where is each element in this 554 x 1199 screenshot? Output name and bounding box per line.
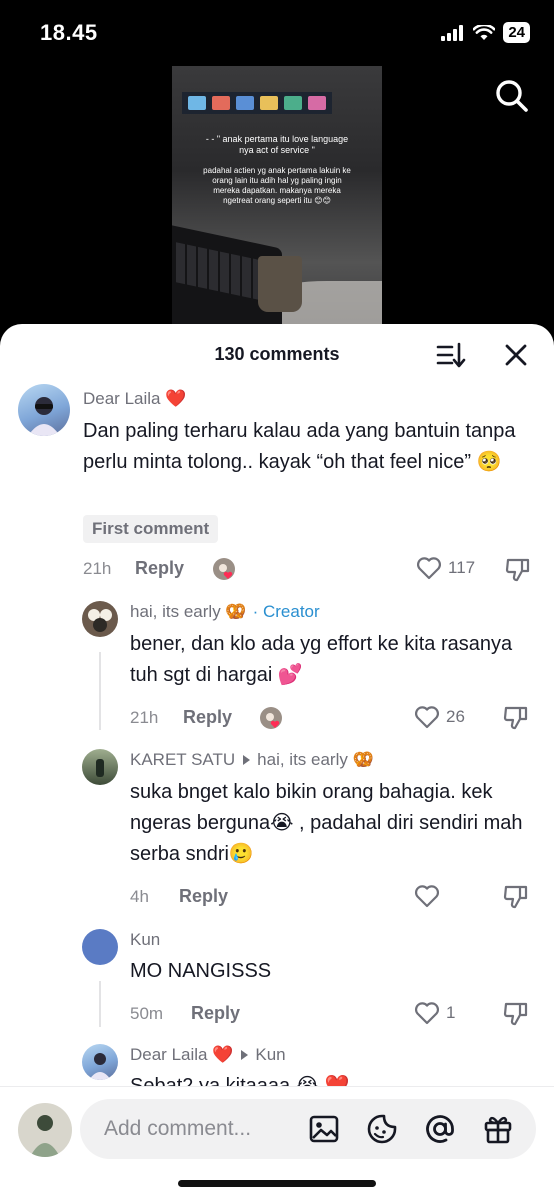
status-time: 18.45 xyxy=(40,20,98,45)
video-caption-title: - - " anak pertama itu love language nya… xyxy=(205,134,349,155)
dislike-icon[interactable] xyxy=(504,556,532,584)
sticker-icon[interactable] xyxy=(366,1113,398,1145)
reply-button[interactable]: Reply xyxy=(135,558,184,579)
username-text: KARET SATU xyxy=(130,750,236,769)
comment-item: Dear Laila ❤️ Dan paling terharu kalau a… xyxy=(0,384,554,594)
dislike-icon[interactable] xyxy=(502,704,530,732)
like-count: 1 xyxy=(446,1003,456,1022)
video-cup xyxy=(258,256,302,312)
comment-text: MO NANGISSS xyxy=(130,960,272,982)
close-icon[interactable] xyxy=(502,341,530,369)
image-icon[interactable] xyxy=(308,1113,340,1145)
comment-input-bar xyxy=(0,1086,554,1199)
like-count: 117 xyxy=(448,558,476,577)
heart-outline-icon xyxy=(414,706,440,729)
mention-icon[interactable] xyxy=(424,1113,456,1145)
reply-to-username[interactable]: Kun xyxy=(255,1045,285,1065)
comments-list: Dear Laila ❤️ Dan paling terharu kalau a… xyxy=(0,384,554,1086)
creator-liked-icon xyxy=(260,707,282,729)
heart-outline-icon xyxy=(414,1002,440,1025)
username-text: Kun xyxy=(130,930,161,949)
comment-input-box[interactable] xyxy=(80,1099,536,1159)
comment-reply-item: Dear Laila ❤️ Kun Sebat2 ya kitaaaa 😭 ❤️ xyxy=(0,1044,554,1086)
creator-tag: · Creator xyxy=(252,602,320,621)
status-icons: 24 xyxy=(441,22,530,43)
like-count: 26 xyxy=(446,707,465,726)
comment-text: Sebat2 ya kitaaaa 😭 ❤️ xyxy=(130,1075,350,1086)
username-text: hai, its early 🥨 xyxy=(130,602,247,621)
heart-outline-icon xyxy=(414,885,440,908)
avatar[interactable] xyxy=(82,749,118,785)
video-preview[interactable]: - - " anak pertama itu love language nya… xyxy=(172,66,382,328)
video-shelf xyxy=(182,92,332,114)
gift-icon[interactable] xyxy=(482,1113,514,1145)
avatar[interactable] xyxy=(82,1044,118,1080)
comment-username[interactable]: Dear Laila ❤️ xyxy=(83,389,186,409)
comment-text: bener, dan klo ada yg effort ke kita ras… xyxy=(130,633,513,686)
home-indicator xyxy=(178,1180,376,1187)
reply-arrow-icon xyxy=(243,755,251,765)
comments-sheet: 130 comments Dear Laila ❤️ Dan paling te… xyxy=(0,324,554,1199)
avatar-figure xyxy=(28,397,60,436)
reply-button[interactable]: Reply xyxy=(183,707,232,728)
comment-time: 21h xyxy=(130,708,159,727)
comment-time: 21h xyxy=(83,559,112,578)
username-text: Dear Laila ❤️ xyxy=(83,389,187,408)
comment-input[interactable] xyxy=(104,1099,304,1159)
comment-reply-item: hai, its early 🥨 · Creator bener, dan kl… xyxy=(0,599,554,749)
avatar-figure xyxy=(88,609,112,632)
wifi-icon xyxy=(473,24,496,40)
reply-arrow-icon xyxy=(241,1050,249,1060)
dislike-icon[interactable] xyxy=(502,1000,530,1028)
dislike-icon[interactable] xyxy=(502,883,530,911)
reply-to-username[interactable]: hai, its early 🥨 xyxy=(257,750,374,770)
sort-icon[interactable] xyxy=(436,340,466,370)
comment-username[interactable]: Kun xyxy=(130,930,160,950)
video-caption-body: padahal actien yg anak pertama lakuin ke… xyxy=(203,166,351,205)
comment-username[interactable]: KARET SATU hai, its early 🥨 xyxy=(130,750,374,770)
reply-button[interactable]: Reply xyxy=(179,886,228,907)
search-icon[interactable] xyxy=(494,78,530,114)
creator-liked-icon xyxy=(213,558,235,580)
comment-text: suka bnget kalo bikin orang bahagia. kek… xyxy=(130,781,523,865)
avatar-figure xyxy=(89,1053,111,1080)
comment-reply-item: KARET SATU hai, its early 🥨 suka bnget k… xyxy=(0,747,554,917)
comment-username[interactable]: hai, its early 🥨 · Creator xyxy=(130,602,320,622)
video-caption: - - " anak pertama itu love language nya… xyxy=(172,134,382,206)
comment-time: 50m xyxy=(130,1004,164,1023)
username-text: Dear Laila ❤️ xyxy=(130,1045,234,1064)
comment-reply-item: Kun MO NANGISSS 50m Reply 1 xyxy=(0,927,554,1037)
like-button[interactable]: 26 xyxy=(414,705,465,729)
reply-button[interactable]: Reply xyxy=(191,1003,240,1024)
like-button[interactable]: 1 xyxy=(414,1001,455,1025)
comment-text: Dan paling terharu kalau ada yang bantui… xyxy=(83,420,516,473)
avatar-figure xyxy=(96,759,104,777)
first-comment-badge: First comment xyxy=(83,515,219,543)
avatar-figure xyxy=(30,1115,60,1157)
comment-username[interactable]: Dear Laila ❤️ Kun xyxy=(130,1045,286,1065)
like-button[interactable] xyxy=(414,884,446,908)
heart-outline-icon xyxy=(416,557,442,580)
sheet-header: 130 comments xyxy=(0,324,554,384)
like-button[interactable]: 117 xyxy=(416,556,475,580)
status-bar: 18.45 24 xyxy=(0,0,554,64)
avatar[interactable] xyxy=(82,929,118,965)
battery-indicator: 24 xyxy=(503,22,530,43)
avatar[interactable] xyxy=(18,384,70,436)
comment-time: 4h xyxy=(130,887,149,906)
signal-icon xyxy=(441,24,464,41)
my-avatar[interactable] xyxy=(18,1103,72,1157)
comments-count: 130 comments xyxy=(214,344,340,364)
avatar[interactable] xyxy=(82,601,118,637)
